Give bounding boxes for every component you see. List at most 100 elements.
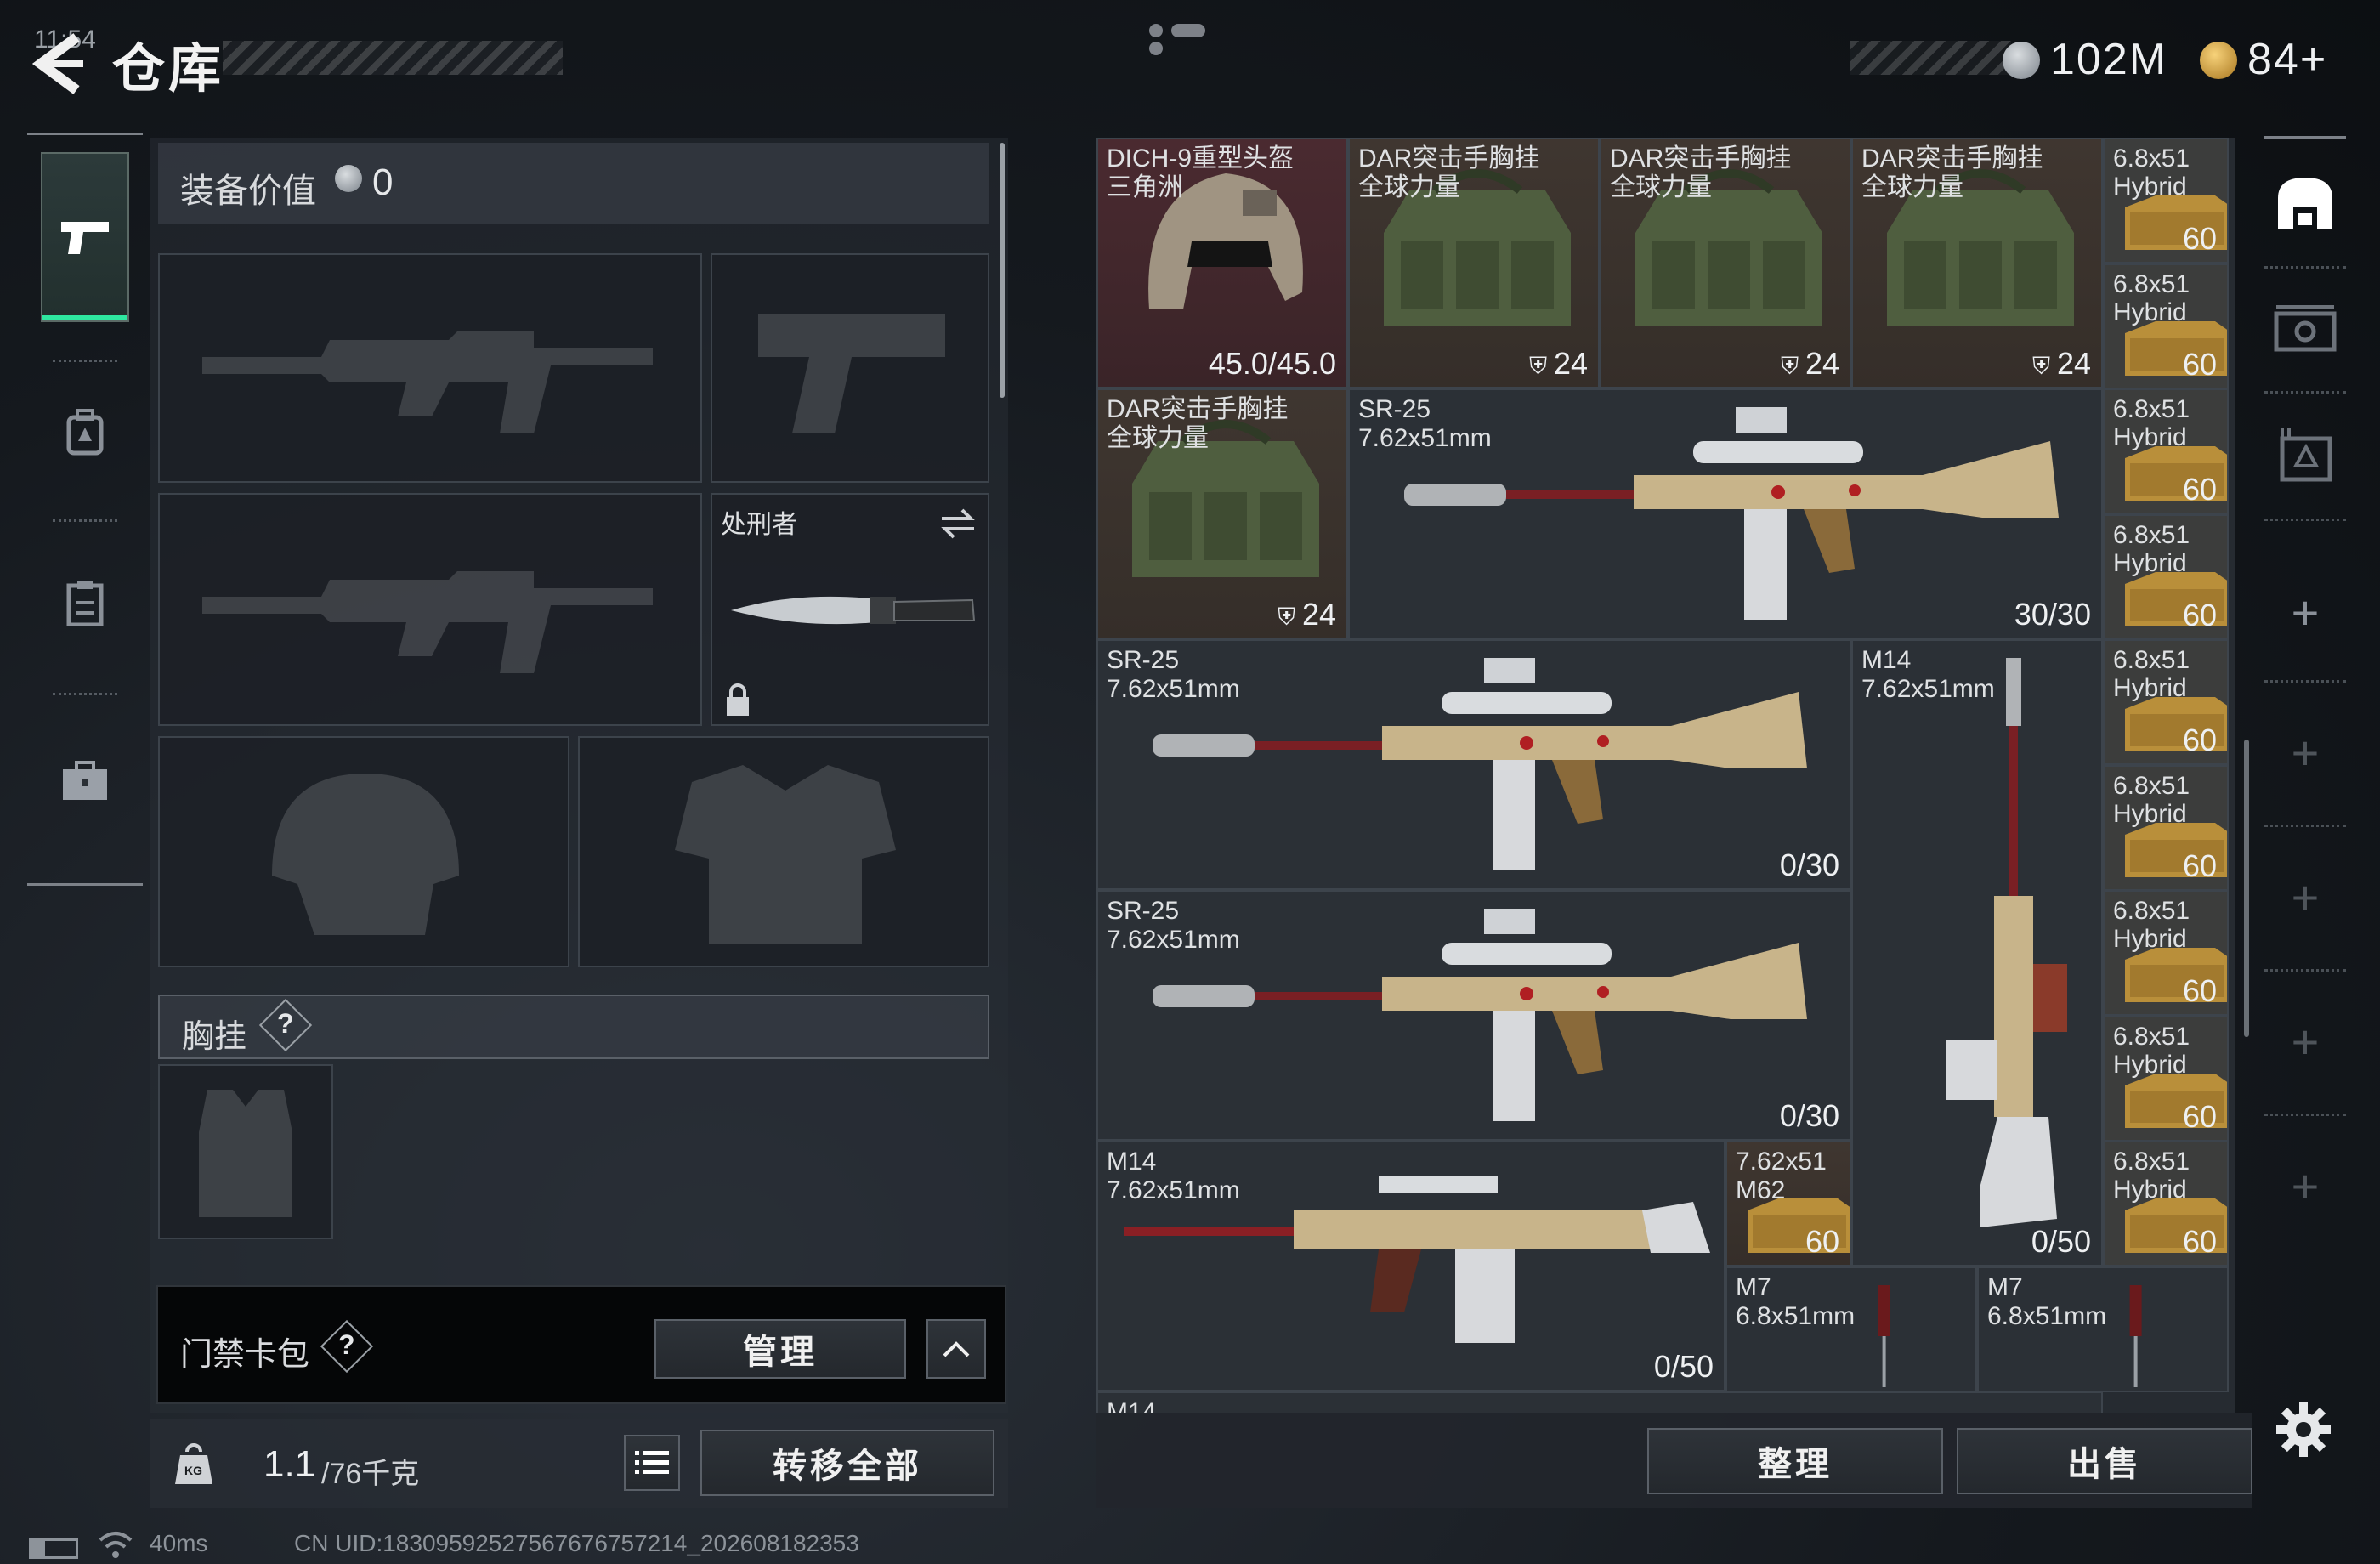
helmet-slot[interactable] [158, 736, 570, 967]
rail-item-backpack[interactable] [41, 382, 129, 484]
inventory-item-ammo-hybrid[interactable]: 6.8x51 Hybrid 60 [2103, 1016, 2229, 1142]
melee-slot[interactable]: 处刑者 [711, 493, 989, 726]
item-name: M7 6.8x51mm [1736, 1273, 1856, 1330]
equipment-scrollbar[interactable] [1000, 143, 1005, 398]
list-view-button[interactable] [624, 1435, 680, 1491]
rail-item-storage[interactable] [2264, 136, 2346, 269]
inventory-item-rig2[interactable]: DAR突击手胸挂 全球力量 ⛨ 24 [1600, 138, 1851, 388]
inventory-item-sr25b[interactable]: SR-25 7.62x51mm 0/30 [1096, 639, 1851, 890]
currency-2[interactable]: 84+ [2200, 34, 2327, 85]
sell-button[interactable]: 出售 [1957, 1428, 2252, 1494]
manage-button[interactable]: 管理 [654, 1319, 906, 1379]
item-name: 6.8x51 Hybrid [2113, 646, 2190, 702]
plus-icon: + [2291, 1159, 2320, 1213]
item-name: 6.8x51 Hybrid [2113, 395, 2190, 451]
rifle-vertical-icon [1946, 658, 2067, 1227]
rail-item-clipboard[interactable] [41, 552, 129, 654]
top-bar: 11:54 仓库 102M 84+ [0, 0, 2380, 119]
sort-button[interactable]: 整理 [1647, 1428, 1943, 1494]
inventory-item-helmet[interactable]: DICH-9重型头盔 三角洲 45.0/45.0 [1096, 138, 1348, 388]
inventory-item-ammo-hybrid[interactable]: 6.8x51 Hybrid 60 [2103, 138, 2229, 264]
gear-icon[interactable] [2276, 1402, 2331, 1457]
chest-rig-label: 胸挂 [182, 1019, 247, 1055]
transfer-all-button[interactable]: 转移全部 [700, 1430, 994, 1496]
currency-1[interactable]: 102M [2003, 34, 2168, 85]
inventory-item-sr25c[interactable]: SR-25 7.62x51mm 0/30 [1096, 890, 1851, 1141]
add-slot-3[interactable]: + [2264, 824, 2346, 972]
inventory-item-m14v[interactable]: M14 7.62x51mm 0/50 [1851, 639, 2103, 1266]
item-name: SR-25 7.62x51mm [1107, 897, 1240, 954]
wifi-icon [99, 1532, 133, 1558]
inventory-item-ammo-hybrid[interactable]: 6.8x51 Hybrid 60 [2103, 765, 2229, 891]
add-slot-4[interactable]: + [2264, 969, 2346, 1116]
right-rail: + + + + + [2264, 136, 2346, 1462]
inventory-item-sr25a[interactable]: SR-25 7.62x51mm 30/30 [1348, 388, 2103, 639]
add-slot-2[interactable]: + [2264, 680, 2346, 827]
item-count: ⛨ 24 [1529, 346, 1588, 381]
inventory-item-m7a[interactable]: M7 6.8x51mm [1726, 1266, 1977, 1392]
item-count: ⛨ 24 [2032, 346, 2091, 381]
left-rail [27, 133, 143, 886]
inventory-item-ammo-hybrid[interactable]: 6.8x51 Hybrid 60 [2103, 639, 2229, 765]
capacity-icon: ⛨ [1278, 604, 1302, 630]
inventory-item-rig3[interactable]: DAR突击手胸挂 全球力量 ⛨ 24 [1851, 138, 2103, 388]
item-name: DAR突击手胸挂 全球力量 [1862, 144, 2043, 201]
keycard-label: 门禁卡包 [180, 1337, 310, 1373]
item-name: M14 7.62x51mm [1862, 646, 1995, 703]
chest-rig-slot[interactable] [158, 1064, 333, 1239]
weight-current: 1.1 [264, 1443, 316, 1485]
item-count: 0/50 [2031, 1224, 2091, 1259]
chevron-up-icon [943, 1341, 970, 1357]
help-icon[interactable]: ? [277, 1008, 294, 1040]
inventory-item-m7b[interactable]: M7 6.8x51mm [1977, 1266, 2229, 1392]
add-slot-1[interactable]: + [2264, 544, 2346, 683]
item-name: SR-25 7.62x51mm [1107, 646, 1240, 703]
armor-slot[interactable] [578, 736, 989, 967]
inventory-item-ammo-hybrid[interactable]: 6.8x51 Hybrid 60 [2103, 514, 2229, 640]
armor-silhouette-icon [675, 765, 896, 944]
rail-item-container-1[interactable] [2264, 264, 2346, 394]
plus-icon: + [2291, 585, 2320, 639]
back-arrow-icon[interactable] [24, 26, 92, 102]
capacity-icon: ⛨ [1781, 353, 1805, 379]
page-title: 仓库 [112, 40, 225, 99]
weight-icon: KG [173, 1440, 214, 1486]
item-name: 6.8x51 Hybrid [2113, 1148, 2190, 1204]
swap-icon[interactable] [938, 507, 978, 541]
inventory-item-ammo-hybrid[interactable]: 6.8x51 Hybrid 60 [2103, 890, 2229, 1016]
collapse-button[interactable] [926, 1319, 986, 1379]
inventory-item-ammo-hybrid[interactable]: 6.8x51 Hybrid 60 [2103, 388, 2229, 514]
coin-icon [335, 165, 362, 192]
secondary-weapon-slot[interactable] [158, 493, 702, 726]
inventory-item-ammo-hybrid[interactable]: 6.8x51 Hybrid 60 [2103, 264, 2229, 389]
melee-name: 处刑者 [721, 511, 797, 539]
equipment-value-bar: 装备价值 0 [158, 143, 989, 224]
inventory-scrollbar[interactable] [2244, 740, 2249, 1037]
item-name: 6.8x51 Hybrid [2113, 144, 2190, 201]
inventory-item-ammo-hybrid[interactable]: 6.8x51 Hybrid 60 [2103, 1141, 2229, 1266]
rail-item-container-2[interactable] [2264, 391, 2346, 521]
inventory-item-m14bottom[interactable]: M14 [1096, 1391, 2103, 1413]
add-slot-5[interactable]: + [2264, 1114, 2346, 1258]
item-count: 30/30 [2014, 597, 2091, 632]
backpack-icon [66, 409, 104, 456]
sidearm-slot[interactable] [711, 253, 989, 483]
item-count: 0/50 [1653, 1349, 1714, 1384]
plus-icon: + [2291, 870, 2320, 924]
rail-item-weapons[interactable] [41, 152, 129, 322]
chest-rig-header: 胸挂 ? [158, 994, 989, 1059]
help-icon[interactable]: ? [338, 1329, 355, 1361]
capacity-icon: ⛨ [2032, 353, 2057, 379]
inventory-item-rig4[interactable]: DAR突击手胸挂 全球力量 ⛨ 24 [1096, 388, 1348, 639]
item-count: 60 [2182, 722, 2217, 757]
medal-icon [2200, 42, 2237, 79]
inventory-item-m14h[interactable]: M14 7.62x51mm 0/50 [1096, 1141, 1726, 1391]
primary-weapon-slot[interactable] [158, 253, 702, 483]
inventory-grid: DICH-9重型头盔 三角洲 45.0/45.0 DAR突击手胸挂 全球力量 ⛨ 24… [1096, 138, 2236, 1413]
coin-icon [2003, 42, 2040, 79]
inventory-item-m62[interactable]: 7.62x51 M62 60 [1726, 1141, 1851, 1266]
rail-item-briefcase[interactable] [41, 730, 129, 832]
item-name: DAR突击手胸挂 全球力量 [1358, 144, 1540, 201]
item-name: M14 [1107, 1398, 1157, 1413]
inventory-item-rig1[interactable]: DAR突击手胸挂 全球力量 ⛨ 24 [1348, 138, 1600, 388]
